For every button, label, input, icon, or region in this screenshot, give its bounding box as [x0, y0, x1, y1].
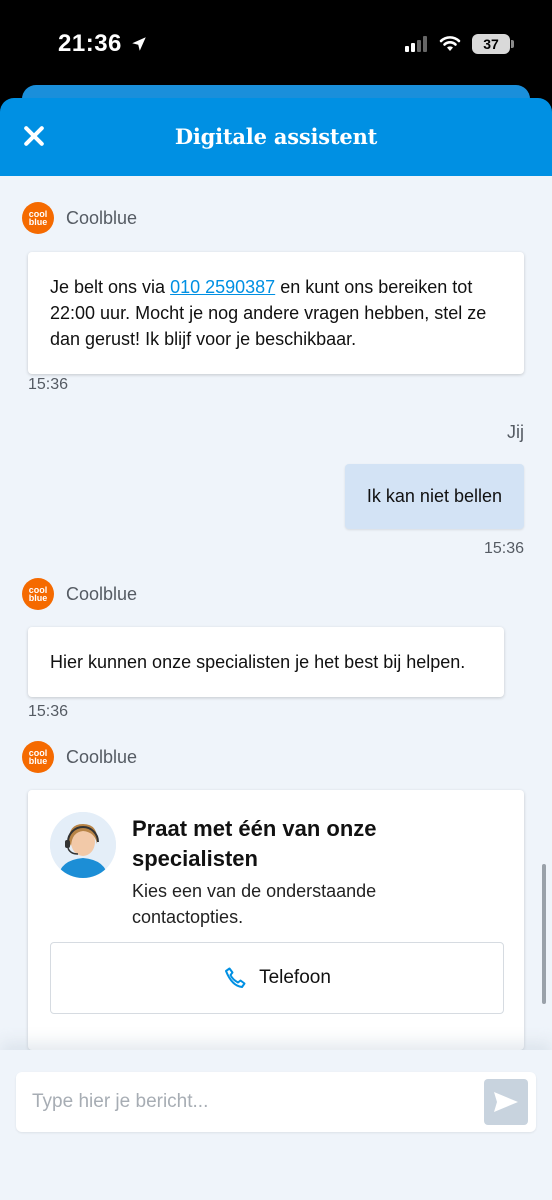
specialist-avatar [50, 812, 116, 878]
user-sender-label: Jij [507, 422, 524, 442]
phone-contact-button[interactable]: Telefoon [50, 942, 504, 1014]
message-text: Hier kunnen onze specialisten je het bes… [50, 652, 466, 672]
phone-number-link[interactable]: 010 2590387 [170, 277, 275, 297]
location-arrow-icon [132, 37, 146, 51]
status-icons: 37 [404, 34, 514, 54]
phone-button-label: Telefoon [259, 967, 331, 988]
specialist-photo-icon [50, 812, 116, 878]
bot-sender: cool blue Coolblue [22, 578, 137, 610]
coolblue-logo-icon: cool blue [22, 741, 54, 773]
clock: 21:36 [58, 30, 122, 57]
sender-name: Coolblue [66, 746, 138, 767]
message-input-container [16, 1072, 536, 1132]
bot-sender: cool blue Coolblue [22, 202, 137, 234]
message-text: Je belt ons via [50, 277, 171, 297]
card-title: Praat met één van onze specialisten [132, 816, 377, 871]
sender-name: Coolblue [66, 207, 138, 228]
message-timestamp: 15:36 [483, 540, 524, 557]
sender-name: Coolblue [66, 583, 138, 604]
message-timestamp: 15:36 [28, 376, 69, 393]
message-text: Ik kan niet bellen [366, 486, 502, 506]
cellular-signal-icon [405, 36, 427, 52]
message-timestamp: 15:36 [28, 703, 69, 720]
bot-message: Je belt ons via 010 2590387 en kunt ons … [28, 252, 524, 374]
battery-icon: 37 [472, 34, 514, 54]
chat-scrollbar[interactable] [542, 864, 546, 1004]
coolblue-logo-icon: cool blue [22, 578, 54, 610]
page-title: Digitale assistent [174, 124, 378, 149]
phone-icon [225, 967, 246, 988]
user-message: Ik kan niet bellen [344, 464, 524, 529]
composer [0, 1050, 552, 1200]
status-bar: 21:36 37 [0, 0, 552, 90]
message-input[interactable] [32, 1072, 472, 1132]
logo-text-bottom: blue [28, 593, 48, 603]
logo-text-bottom: blue [28, 217, 48, 227]
bot-sender: cool blue Coolblue [22, 741, 137, 773]
send-icon [494, 1092, 518, 1112]
coolblue-logo-icon: cool blue [22, 202, 54, 234]
send-button[interactable] [484, 1079, 528, 1125]
logo-text-bottom: blue [28, 756, 48, 766]
bot-message: Hier kunnen onze specialisten je het bes… [28, 627, 504, 697]
chat-header: Digitale assistent [0, 98, 552, 176]
status-time: 21:36 [58, 30, 148, 58]
card-subtitle: Kies een van de onderstaande contactopti… [132, 881, 377, 927]
wifi-icon [439, 36, 461, 51]
contact-card: Praat met één van onze specialisten Kies… [28, 790, 524, 1050]
chat-thread[interactable]: cool blue Coolblue Je belt ons via 010 2… [0, 176, 552, 1050]
battery-level: 37 [483, 36, 499, 52]
